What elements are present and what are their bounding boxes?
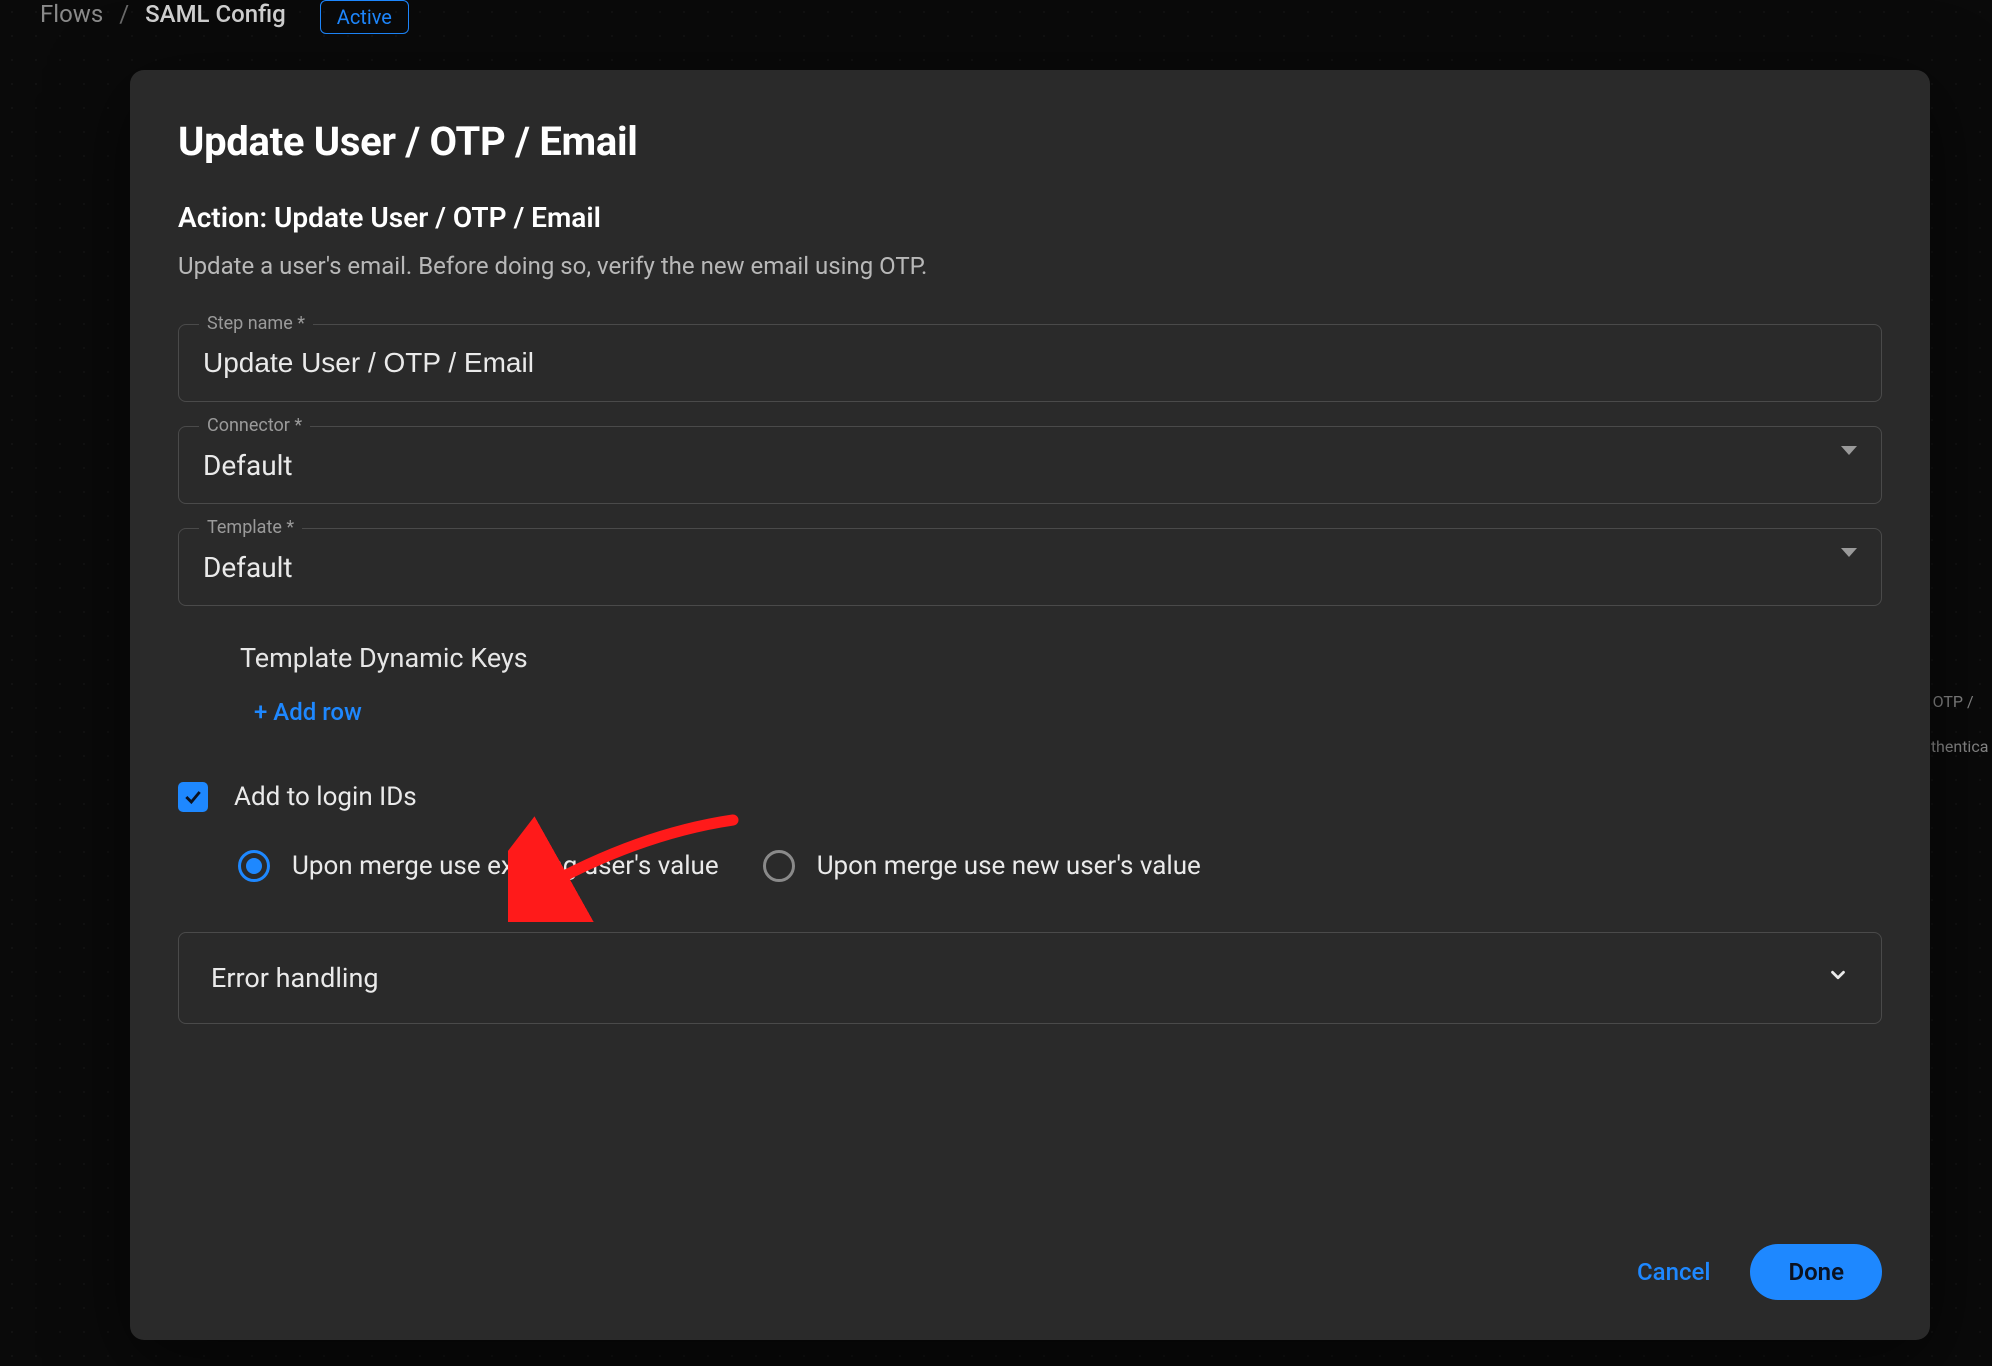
radio-option-new[interactable]: Upon merge use new user's value <box>763 850 1201 882</box>
radio-option-existing[interactable]: Upon merge use existing user's value <box>238 850 719 882</box>
chevron-down-icon <box>1841 455 1857 476</box>
template-field[interactable]: Template * Default <box>178 528 1882 606</box>
connector-label: Connector * <box>199 415 310 436</box>
step-name-label: Step name * <box>199 313 313 334</box>
add-to-login-ids-row[interactable]: Add to login IDs <box>178 782 1882 812</box>
done-button[interactable]: Done <box>1750 1244 1882 1300</box>
breadcrumb-root[interactable]: Flows <box>40 0 103 28</box>
step-name-input[interactable] <box>203 347 1857 379</box>
cancel-button[interactable]: Cancel <box>1637 1258 1710 1286</box>
status-badge: Active <box>320 0 409 34</box>
chevron-down-icon <box>1841 557 1857 578</box>
modal-title: Update User / OTP / Email <box>178 118 1882 165</box>
modal-footer: Cancel Done <box>178 1204 1882 1300</box>
breadcrumb: Flows / SAML Config Active <box>0 0 1992 30</box>
bg-node-snippet: / OTP / uthentica <box>1922 680 1992 770</box>
radio-new-label: Upon merge use new user's value <box>817 851 1201 881</box>
connector-value: Default <box>203 449 1841 482</box>
settings-modal: Update User / OTP / Email Action: Update… <box>130 70 1930 1340</box>
modal-subtitle: Action: Update User / OTP / Email <box>178 201 1882 234</box>
add-to-login-ids-label: Add to login IDs <box>234 782 417 812</box>
radio-existing-label: Upon merge use existing user's value <box>292 851 719 881</box>
radio-selected-icon[interactable] <box>238 850 270 882</box>
error-handling-label: Error handling <box>211 962 379 994</box>
modal-description: Update a user's email. Before doing so, … <box>178 252 1882 280</box>
merge-strategy-radios: Upon merge use existing user's value Upo… <box>238 850 1882 882</box>
template-label: Template * <box>199 517 302 538</box>
add-row-button[interactable]: + Add row <box>254 698 1882 726</box>
template-value: Default <box>203 551 1841 584</box>
connector-field[interactable]: Connector * Default <box>178 426 1882 504</box>
error-handling-section[interactable]: Error handling <box>178 932 1882 1024</box>
checkbox-checked-icon[interactable] <box>178 782 208 812</box>
bg-node-line2: uthentica <box>1922 725 1992 770</box>
breadcrumb-sep: / <box>119 0 129 28</box>
chevron-down-icon <box>1827 964 1849 992</box>
bg-node-line1: / OTP / <box>1922 680 1992 725</box>
dynamic-keys-header: Template Dynamic Keys <box>240 642 1882 674</box>
step-name-field[interactable]: Step name * <box>178 324 1882 402</box>
breadcrumb-current[interactable]: SAML Config <box>145 0 286 28</box>
radio-unselected-icon[interactable] <box>763 850 795 882</box>
